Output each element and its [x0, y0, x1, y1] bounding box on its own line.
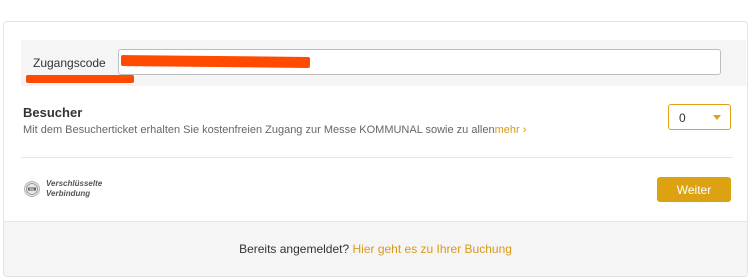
- already-registered-text: Bereits angemeldet?: [239, 242, 350, 256]
- visitor-quantity-select[interactable]: 0: [668, 104, 731, 130]
- visitor-ticket-title: Besucher: [23, 105, 83, 120]
- footer-text: Bereits angemeldet? Hier geht es zu Ihre…: [4, 242, 747, 256]
- ssl-seal-icon: SSL: [24, 181, 40, 197]
- chevron-down-icon: [713, 115, 721, 120]
- visitor-ticket-description: Mit dem Besucherticket erhalten Sie kost…: [23, 124, 526, 136]
- secure-connection-text: Verschlüsselte Verbindung: [46, 179, 102, 199]
- access-code-input[interactable]: [118, 49, 721, 75]
- footer-panel: Bereits angemeldet? Hier geht es zu Ihre…: [4, 221, 747, 276]
- booking-link[interactable]: Hier geht es zu Ihrer Buchung: [353, 242, 512, 256]
- access-code-label: Zugangscode: [33, 56, 106, 70]
- redaction-mark: [26, 75, 134, 83]
- visitor-description-text: Mit dem Besucherticket erhalten Sie kost…: [23, 124, 495, 136]
- next-button[interactable]: Weiter: [657, 177, 731, 202]
- access-code-row: Zugangscode: [21, 40, 746, 86]
- secure-connection-line2: Verbindung: [46, 189, 91, 198]
- secure-connection-line1: Verschlüsselte: [46, 179, 103, 188]
- more-link[interactable]: mehr ›: [495, 124, 527, 136]
- divider: [21, 157, 733, 158]
- registration-card: Zugangscode Besucher Mit dem Besuchertic…: [3, 21, 748, 277]
- quantity-value: 0: [679, 111, 686, 125]
- svg-text:SSL: SSL: [29, 187, 34, 191]
- redacted-value: [120, 55, 311, 68]
